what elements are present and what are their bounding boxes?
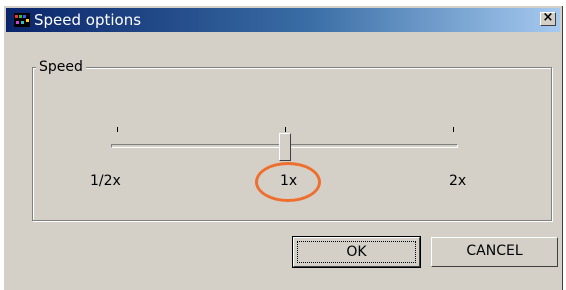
tick-label-one: 1x — [280, 173, 298, 189]
slider-tick-one — [285, 127, 286, 132]
title-bar[interactable]: Speed options × — [6, 8, 560, 32]
dialog-title: Speed options — [34, 11, 142, 29]
close-icon: × — [542, 10, 554, 25]
speed-options-dialog: Speed options × Speed 1/2x 1x 2x OK CANC… — [3, 5, 563, 290]
tick-label-half: 1/2x — [90, 173, 121, 189]
close-button[interactable]: × — [540, 10, 556, 26]
ok-button[interactable]: OK — [292, 236, 421, 268]
slider-tick-half — [117, 127, 118, 132]
ok-button-label: OK — [297, 241, 416, 263]
tick-label-double: 2x — [449, 173, 467, 189]
cancel-button[interactable]: CANCEL — [431, 237, 558, 267]
slider-tick-double — [453, 127, 454, 132]
speed-slider[interactable] — [109, 121, 459, 161]
slider-thumb[interactable] — [279, 133, 291, 161]
app-logo-icon — [14, 13, 30, 27]
speed-group-label: Speed — [36, 59, 86, 75]
